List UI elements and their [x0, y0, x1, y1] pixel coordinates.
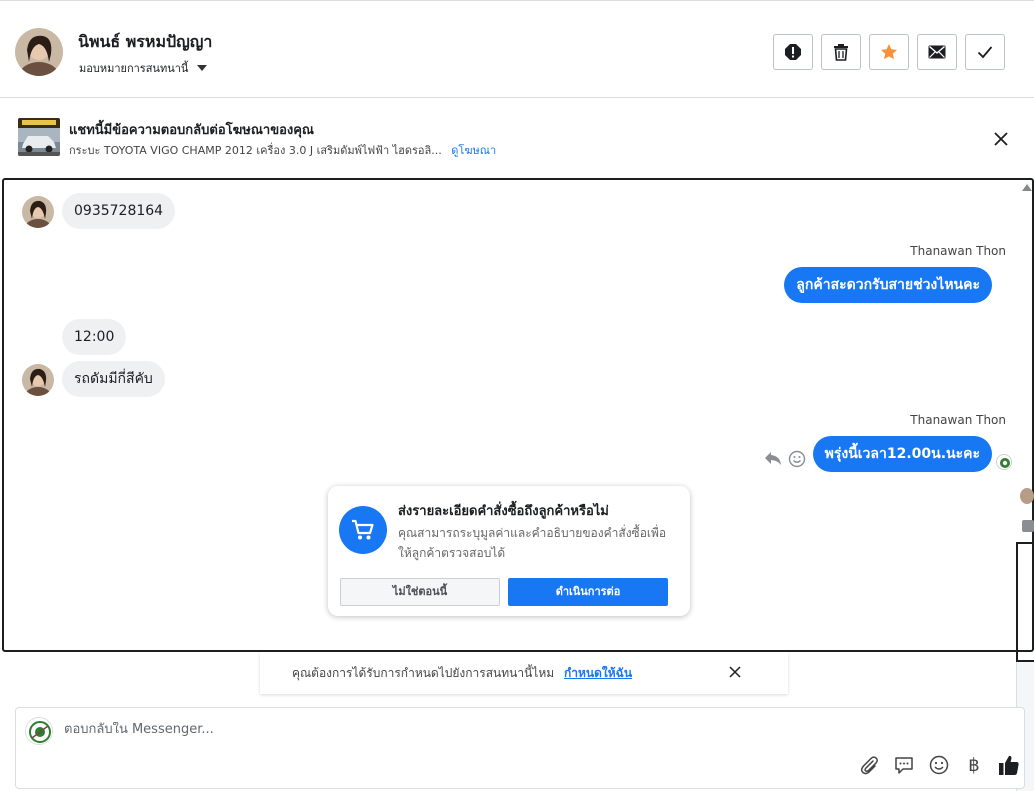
- seen-indicator-avatar: [996, 454, 1012, 470]
- conversation-header: นิพนธ์ พรหมปัญญา มอบหมายการสนทนานี้: [0, 0, 1034, 98]
- speech-bubble-icon: [895, 757, 913, 774]
- incoming-message[interactable]: รถดัมมีกี่สีคับ: [62, 361, 165, 397]
- prompt-description: คุณสามารถระบุมูลค่าและคำอธิบายของคำสั่งซ…: [398, 526, 667, 560]
- assignment-notice: คุณต้องการได้รับการกำหนดไปยังการสนทนานี้…: [260, 652, 788, 694]
- close-icon: [994, 132, 1008, 146]
- attach-button[interactable]: [858, 754, 880, 776]
- reply-input[interactable]: [64, 722, 764, 737]
- star-icon: [881, 44, 897, 60]
- sender-name: Thanawan Thon: [910, 413, 1006, 427]
- emoji-icon: [929, 755, 949, 775]
- delete-button[interactable]: [821, 34, 861, 70]
- emoji-button[interactable]: [928, 754, 950, 776]
- reply-icon: [765, 452, 781, 465]
- incoming-message[interactable]: 0935728164: [62, 193, 176, 229]
- mark-done-button[interactable]: [965, 34, 1005, 70]
- ad-banner-title: แชทนี้มีข้อความตอบกลับต่อโฆษณาของคุณ: [69, 123, 314, 138]
- incoming-message[interactable]: 12:00: [62, 319, 127, 355]
- contact-message-avatar: [22, 196, 54, 228]
- payment-button[interactable]: ฿: [963, 754, 985, 776]
- paperclip-icon: [860, 756, 878, 775]
- notice-question: คุณต้องการได้รับการกำหนดไปยังการสนทนานี้…: [292, 666, 555, 680]
- reply-button[interactable]: [764, 450, 782, 470]
- ad-thumbnail[interactable]: [18, 118, 60, 156]
- baht-icon: ฿: [968, 754, 980, 776]
- close-banner-button[interactable]: [990, 128, 1012, 150]
- order-details-prompt: ส่งรายละเอียดคำสั่งซื้อถึงลูกค้าหรือไม่ …: [328, 486, 690, 616]
- peek-avatar: [1020, 488, 1034, 504]
- emoji-icon: [788, 450, 806, 468]
- star-button[interactable]: [869, 34, 909, 70]
- message-thread[interactable]: 0935728164 Thanawan Thon ลูกค้าสะดวกรับส…: [2, 178, 1034, 652]
- outgoing-message[interactable]: พรุ่งนี้เวลา12.00น.นะคะ: [812, 436, 992, 472]
- close-notice-button[interactable]: [728, 664, 744, 680]
- assign-to-me-link[interactable]: กำหนดให้ฉัน: [564, 666, 632, 680]
- thumbs-up-icon: [999, 755, 1019, 775]
- view-ad-link[interactable]: ดูโฆษณา: [451, 144, 496, 157]
- close-icon: [729, 666, 741, 678]
- prompt-title: ส่งรายละเอียดคำสั่งซื้อถึงลูกค้าหรือไม่: [398, 504, 609, 519]
- react-button[interactable]: [788, 450, 806, 472]
- contact-message-avatar: [22, 364, 54, 396]
- saved-replies-button[interactable]: [893, 754, 915, 776]
- scroll-up-arrow-icon[interactable]: [1022, 184, 1032, 191]
- assign-label: มอบหมายการสนทนานี้: [79, 62, 189, 75]
- not-now-button[interactable]: ไม่ใช่ตอนนี้: [340, 578, 500, 606]
- ad-banner-subtitle: กระบะ TOYOTA VIGO CHAMP 2012 เครื่อง 3.0…: [69, 141, 496, 159]
- page-avatar: [25, 717, 53, 745]
- notice-text-row: คุณต้องการได้รับการกำหนดไปยังการสนทนานี้…: [292, 664, 632, 683]
- trash-icon: [834, 44, 848, 61]
- header-actions: [773, 34, 1005, 70]
- envelope-icon: [928, 45, 946, 59]
- cart-icon: [339, 506, 387, 554]
- composer-toolbar: ฿: [858, 754, 1020, 776]
- ad-description: กระบะ TOYOTA VIGO CHAMP 2012 เครื่อง 3.0…: [69, 144, 442, 157]
- peek-frame: [1016, 542, 1034, 662]
- contact-avatar[interactable]: [15, 28, 63, 76]
- chevron-down-icon: [197, 65, 208, 71]
- ad-reply-banner: แชทนี้มีข้อความตอบกลับต่อโฆษณาของคุณ กระ…: [0, 98, 1034, 178]
- mark-unread-button[interactable]: [917, 34, 957, 70]
- contact-name: นิพนธ์ พรหมปัญญา: [78, 32, 213, 51]
- assign-dropdown[interactable]: มอบหมายการสนทนานี้: [79, 59, 208, 77]
- peek-thumbnail: [1022, 520, 1034, 532]
- sender-name: Thanawan Thon: [910, 244, 1006, 258]
- spam-icon: [785, 44, 801, 60]
- outgoing-message[interactable]: ลูกค้าสะดวกรับสายช่วงไหนคะ: [784, 267, 992, 303]
- check-icon: [977, 46, 993, 59]
- mark-spam-button[interactable]: [773, 34, 813, 70]
- continue-button[interactable]: ดำเนินการต่อ: [508, 578, 668, 606]
- message-composer: ฿: [15, 707, 1025, 789]
- send-like-button[interactable]: [998, 754, 1020, 776]
